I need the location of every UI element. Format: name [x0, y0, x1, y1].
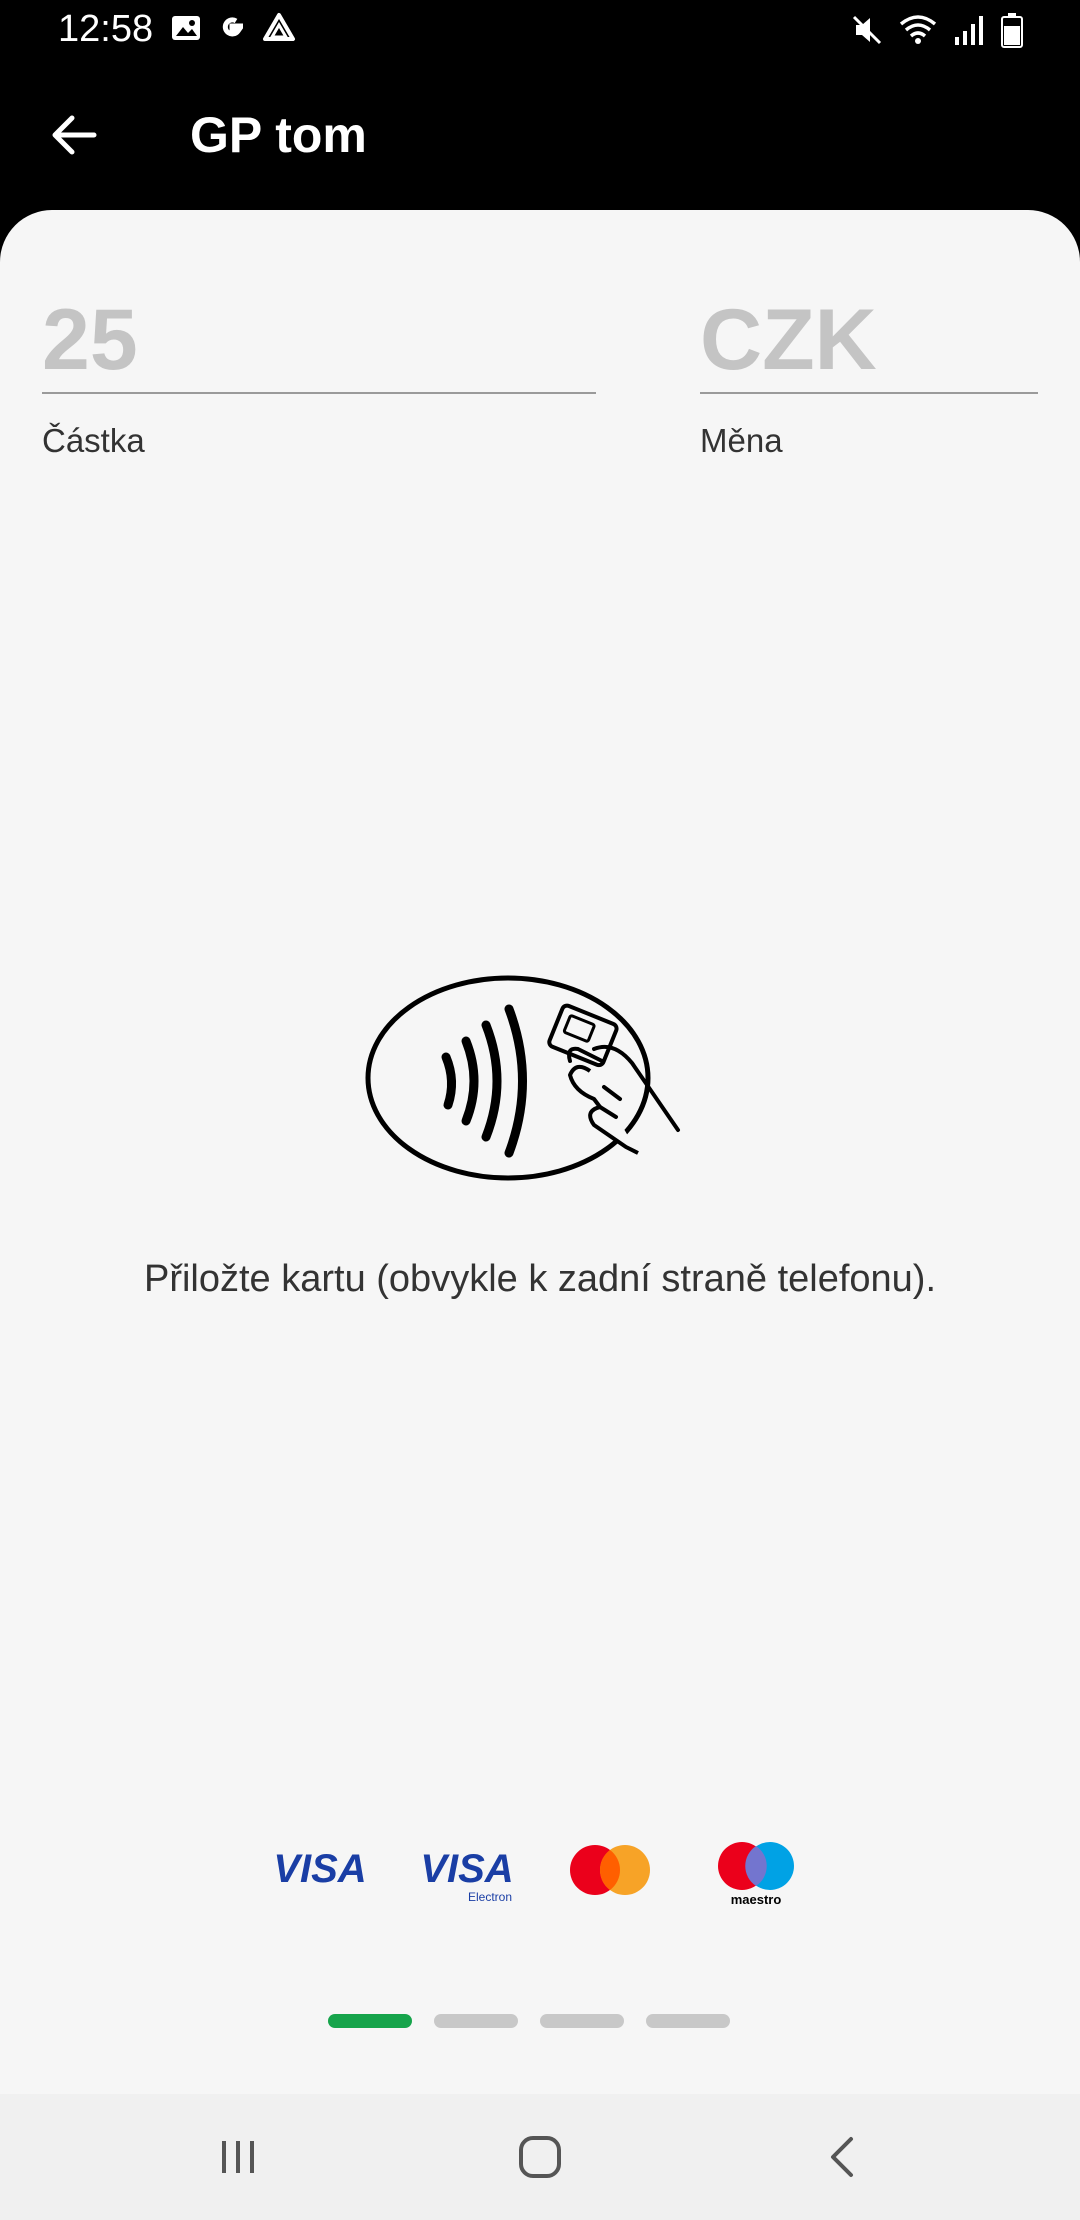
page-dot-2: [434, 2014, 518, 2028]
page-indicator: [328, 2014, 730, 2028]
page-dot-4: [646, 2014, 730, 2028]
payment-sheet: 25 Částka CZK Měna Přiložte kartu (obvyk…: [0, 210, 1080, 2094]
visa-electron-logo: VISA: [420, 1847, 513, 1891]
tap-card-instruction: Přiložte kartu (obvykle k zadní straně t…: [143, 1258, 937, 1300]
system-nav-bar: [0, 2094, 1080, 2220]
gallery-icon: [170, 12, 202, 49]
maestro-label: maestro: [731, 1892, 782, 1907]
wifi-icon: [898, 13, 938, 52]
currency-field[interactable]: CZK Měna: [700, 290, 1038, 460]
visa-electron-sublabel: Electron: [468, 1890, 512, 1904]
back-button[interactable]: [40, 110, 108, 160]
home-icon: [519, 2136, 561, 2178]
amount-field[interactable]: 25 Částka: [42, 290, 596, 460]
card-logos: VISA VISA Electron maestro: [273, 1842, 794, 1907]
amount-value[interactable]: 25: [42, 290, 596, 390]
mute-icon: [850, 13, 884, 52]
visa-logo: VISA: [273, 1847, 366, 1891]
currency-value[interactable]: CZK: [700, 290, 1038, 390]
recents-icon: [222, 2141, 254, 2173]
arrow-left-icon: [52, 115, 97, 155]
mastercard-logo: [570, 1845, 650, 1895]
nav-back-button[interactable]: [812, 2134, 872, 2180]
page-dot-3: [540, 2014, 624, 2028]
amount-label: Částka: [42, 422, 145, 459]
amount-underline: [42, 392, 596, 394]
google-icon: [216, 12, 248, 49]
signal-icon: [952, 13, 986, 52]
home-button[interactable]: [510, 2134, 570, 2180]
page-dot-1: [328, 2014, 412, 2028]
page-title: GP tom: [190, 107, 367, 163]
status-bar: 12:58: [0, 0, 1080, 62]
battery-icon: [1000, 12, 1024, 53]
currency-label: Měna: [700, 422, 783, 459]
currency-underline: [700, 392, 1038, 394]
drive-icon: [262, 12, 296, 49]
status-time: 12:58: [58, 8, 154, 50]
maestro-logo: maestro: [718, 1842, 794, 1907]
contactless-card-icon: [365, 975, 680, 1181]
app-bar: GP tom: [0, 62, 1080, 210]
back-icon: [831, 2137, 853, 2177]
recents-button[interactable]: [208, 2134, 268, 2180]
